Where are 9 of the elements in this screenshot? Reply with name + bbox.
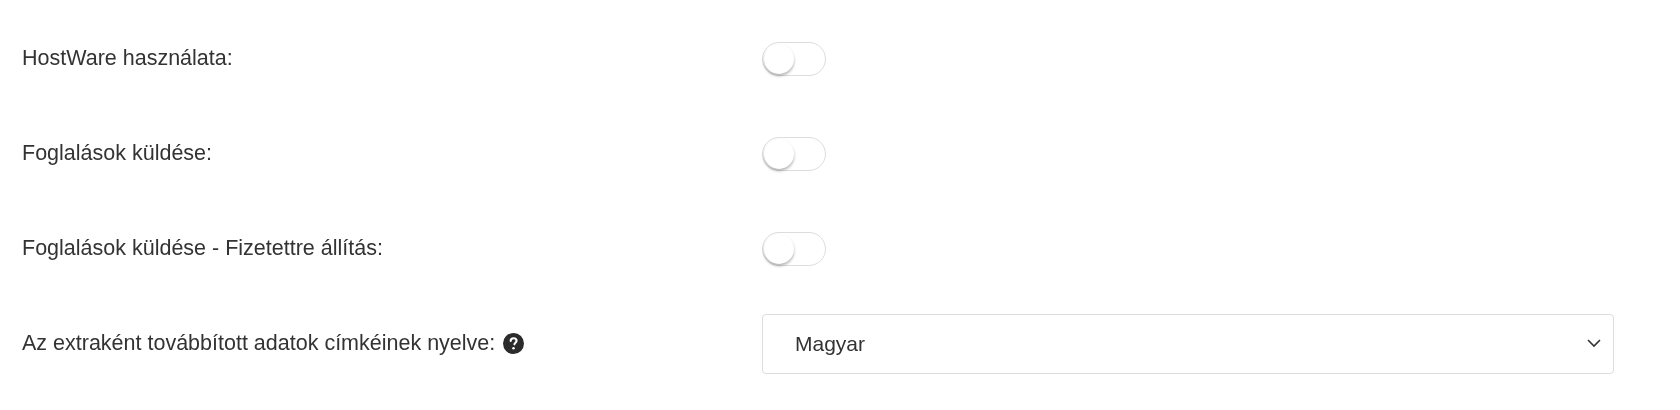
toggle-switch[interactable] <box>762 136 826 171</box>
setting-label: HostWare használata: <box>22 46 233 71</box>
setting-label: Foglalások küldése - Fizetettre állítás: <box>22 236 383 261</box>
language-select[interactable]: Magyar <box>762 313 1614 374</box>
toggle-switch[interactable] <box>762 231 826 266</box>
setting-label: Az extraként továbbított adatok címkéinek nyelve: <box>22 331 496 356</box>
setting-label: Foglalások küldése: <box>22 141 213 166</box>
toggle-switch[interactable] <box>762 41 826 76</box>
chevron-down-icon <box>1587 339 1601 348</box>
